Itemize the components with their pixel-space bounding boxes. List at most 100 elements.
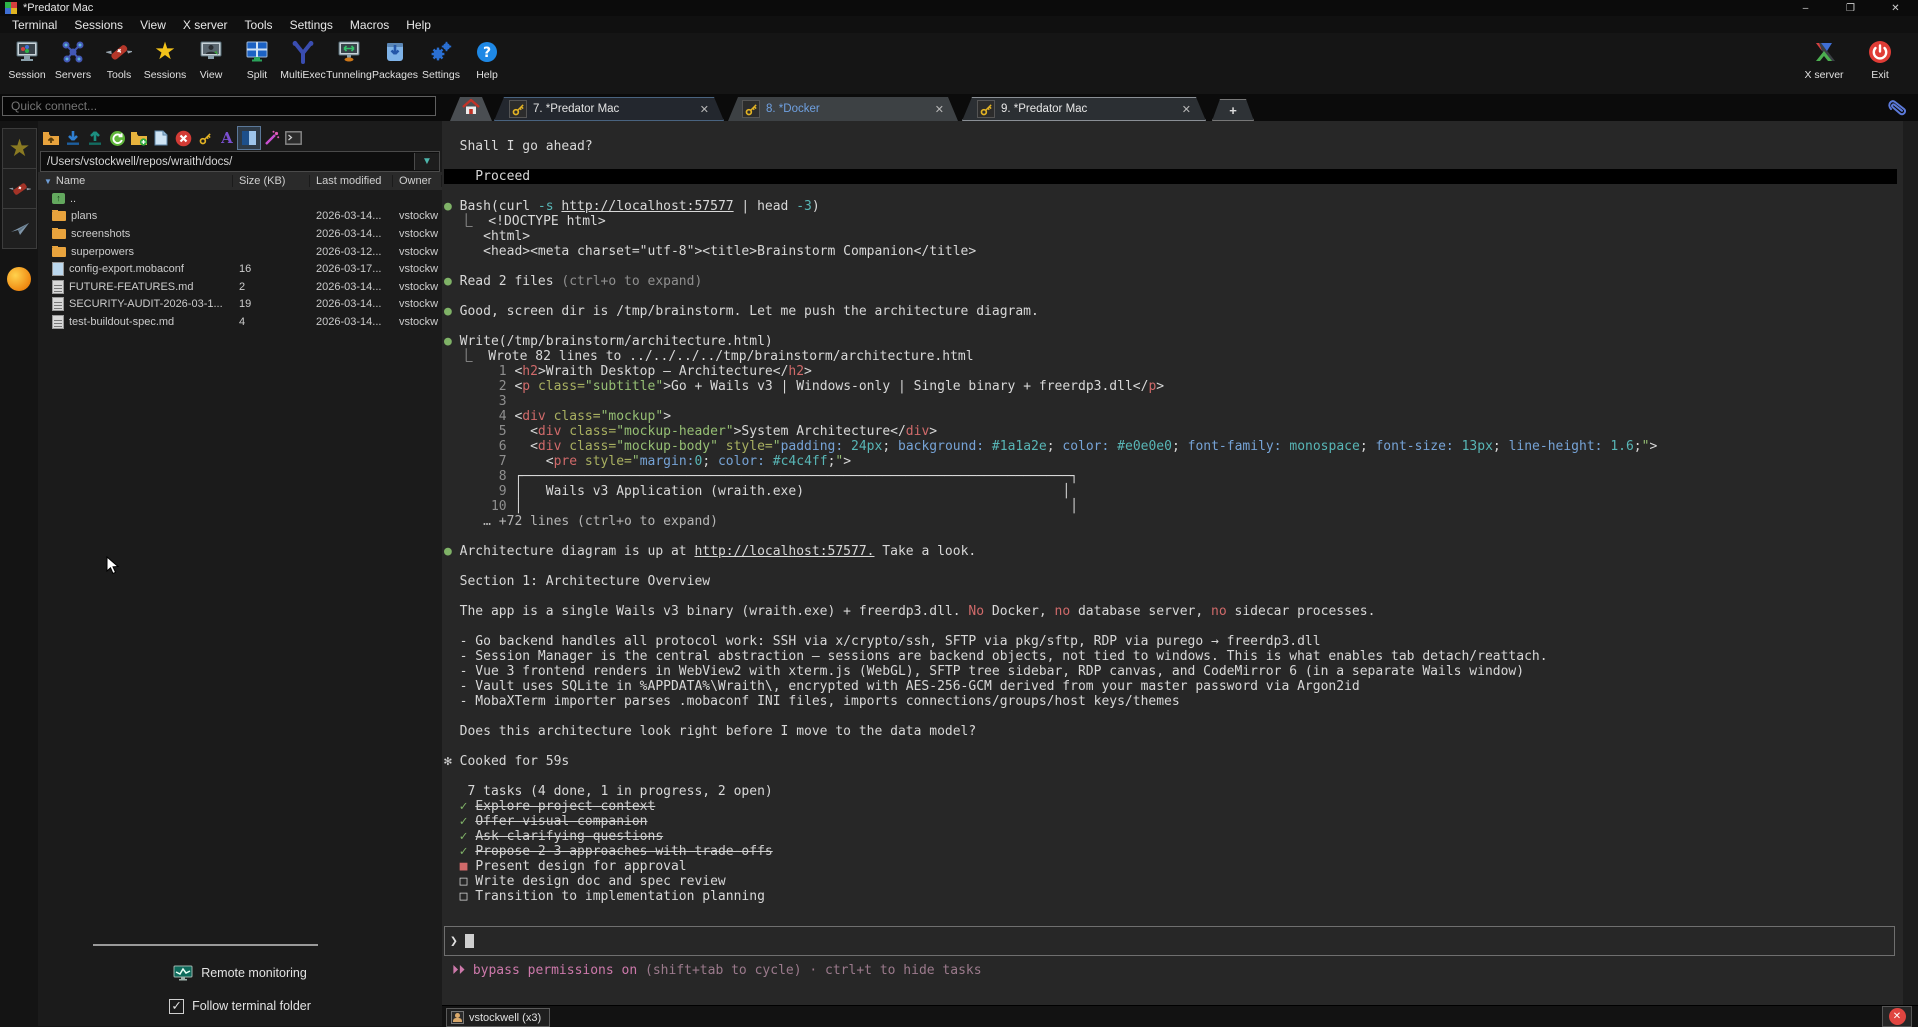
key-icon[interactable]	[194, 127, 216, 149]
file-row-test-buildout-spec-md[interactable]: test-buildout-spec.md42026-03-14...vstoc…	[38, 313, 442, 331]
menu-view[interactable]: View	[140, 18, 166, 32]
file-name: SECURITY-AUDIT-2026-03-1...	[69, 298, 223, 310]
menu-terminal[interactable]: Terminal	[12, 18, 57, 32]
file-name: screenshots	[71, 228, 130, 240]
current-path: /Users/vstockwell/repos/wraith/docs/	[41, 156, 414, 168]
menu-x-server[interactable]: X server	[183, 18, 228, 32]
file-modified: 2026-03-14...	[310, 281, 393, 293]
remote-monitoring-button[interactable]: Remote monitoring	[38, 962, 442, 984]
toolbar-label: Tools	[107, 69, 132, 81]
column-name[interactable]: ▼Name	[38, 175, 233, 187]
file-table-header[interactable]: ▼Name Size (KB) Last modified Owner	[38, 172, 442, 190]
file-row-screenshots[interactable]: screenshots2026-03-14...vstockw	[38, 225, 442, 243]
file-row-superpowers[interactable]: superpowers2026-03-12...vstockw	[38, 243, 442, 261]
new-folder-icon[interactable]	[128, 127, 150, 149]
favorites-star-icon[interactable]: ★	[2, 128, 37, 169]
follow-terminal-label: Follow terminal folder	[192, 999, 311, 1013]
toolbar-view-button[interactable]: View	[188, 33, 234, 94]
file-modified: 2026-03-17...	[310, 263, 393, 275]
terminal-scrollbar[interactable]	[1903, 121, 1918, 1005]
toolbar-exit-button[interactable]: Exit	[1852, 33, 1908, 94]
folder-up-icon[interactable]	[40, 127, 62, 149]
download-icon[interactable]	[62, 127, 84, 149]
terminal-line: <head><meta charset="utf-8"><title>Brain…	[444, 244, 1897, 259]
menu-help[interactable]: Help	[406, 18, 431, 32]
multiexec-icon	[290, 37, 316, 67]
toolbar-multiexec-button[interactable]: MultiExec	[280, 33, 326, 94]
anonymous-icon[interactable]: A	[216, 127, 238, 149]
toolbar-split-button[interactable]: Split	[234, 33, 280, 94]
follow-terminal-folder-toggle[interactable]: ✓ Follow terminal folder	[38, 995, 442, 1017]
quick-connect-input[interactable]	[2, 96, 436, 116]
window-title: *Predator Mac	[23, 2, 93, 14]
maximize-button[interactable]: ❐	[1828, 0, 1873, 16]
side-strip: ★	[0, 121, 38, 1026]
swiss-knife-icon[interactable]	[2, 168, 37, 209]
close-terminal-icon[interactable]: ✕	[1889, 1008, 1906, 1025]
session-tab-vstockwell[interactable]: vstockwell (x3)	[446, 1008, 550, 1027]
file-row--[interactable]: ↑..	[38, 190, 442, 208]
menu-sessions[interactable]: Sessions	[74, 18, 123, 32]
menu-tools[interactable]: Tools	[245, 18, 273, 32]
toolbar-packages-button[interactable]: Packages	[372, 33, 418, 94]
tab-label: 7. *Predator Mac	[533, 103, 619, 115]
column-owner[interactable]: Owner	[393, 175, 442, 187]
terminal-line: □ Write design doc and spec review	[444, 874, 1897, 889]
terminal-icon[interactable]	[282, 127, 304, 149]
toolbar-sessions-button[interactable]: ★Sessions	[142, 33, 188, 94]
terminal-line: 8 ┌─────────────────────────────────────…	[444, 469, 1897, 484]
toolbar-session-button[interactable]: Session	[4, 33, 50, 94]
minimize-button[interactable]: –	[1783, 0, 1828, 16]
exit-icon	[1868, 37, 1892, 67]
tab-session-8[interactable]: 8. *Docker ✕	[728, 97, 958, 121]
close-button[interactable]: ✕	[1873, 0, 1918, 16]
file-row-config-export-mobaconf[interactable]: config-export.mobaconf162026-03-17...vst…	[38, 260, 442, 278]
tab-close-icon[interactable]: ✕	[1182, 103, 1191, 116]
toolbar-x-server-button[interactable]: X server	[1796, 33, 1852, 94]
tab-close-icon[interactable]: ✕	[935, 103, 944, 116]
globe-icon[interactable]	[7, 267, 31, 291]
wand-icon[interactable]	[260, 127, 282, 149]
close-terminal-box[interactable]: ✕	[1882, 1006, 1912, 1027]
upload-icon[interactable]	[84, 127, 106, 149]
tab-session-7[interactable]: 7. *Predator Mac ✕	[494, 97, 724, 121]
prompt-input-box[interactable]: ❯	[444, 926, 1895, 956]
tab-session-9[interactable]: 9. *Predator Mac ✕	[962, 97, 1206, 121]
file-row-plans[interactable]: plans2026-03-14...vstockw	[38, 208, 442, 226]
terminal-line: 2 <p class="subtitle">Go + Wails v3 | Wi…	[444, 379, 1897, 394]
sidebar-divider	[93, 944, 318, 946]
terminal-line: - MobaXTerm importer parses .mobaconf IN…	[444, 694, 1897, 709]
terminal-line: Does this architecture look right before…	[444, 724, 1897, 739]
checkbox-checked-icon[interactable]: ✓	[169, 999, 184, 1014]
terminal-line	[444, 589, 1897, 604]
tab-close-icon[interactable]: ✕	[700, 103, 709, 116]
status-hint: (shift+tab to cycle) · ctrl+t to hide ta…	[637, 963, 981, 978]
toolbar-settings-button[interactable]: Settings	[418, 33, 464, 94]
terminal-line	[444, 559, 1897, 574]
toolbar-label: Settings	[422, 69, 460, 81]
refresh-icon[interactable]	[106, 127, 128, 149]
toolbar-tunneling-button[interactable]: Tunneling	[326, 33, 372, 94]
dual-pane-icon[interactable]	[238, 127, 260, 149]
toolbar-help-button[interactable]: ?Help	[464, 33, 510, 94]
path-bar[interactable]: /Users/vstockwell/repos/wraith/docs/ ▼	[40, 151, 440, 172]
menu-macros[interactable]: Macros	[350, 18, 389, 32]
menu-settings[interactable]: Settings	[290, 18, 333, 32]
toolbar-tools-button[interactable]: Tools	[96, 33, 142, 94]
toolbar-servers-button[interactable]: Servers	[50, 33, 96, 94]
new-file-icon[interactable]	[150, 127, 172, 149]
file-name: test-buildout-spec.md	[69, 316, 174, 328]
attach-icon[interactable]	[1886, 97, 1910, 122]
column-modified[interactable]: Last modified	[310, 175, 393, 187]
macros-plane-icon[interactable]	[2, 208, 37, 249]
parent-dir-icon: ↑	[52, 193, 65, 204]
delete-icon[interactable]	[172, 127, 194, 149]
column-size[interactable]: Size (KB)	[233, 175, 310, 187]
file-row-future-features-md[interactable]: FUTURE-FEATURES.md22026-03-14...vstockw	[38, 278, 442, 296]
file-size: 19	[233, 298, 310, 310]
folder-icon	[52, 229, 66, 239]
file-row-security-audit-2026-03-1-[interactable]: SECURITY-AUDIT-2026-03-1...192026-03-14.…	[38, 296, 442, 314]
chevron-down-icon[interactable]: ▼	[414, 153, 439, 170]
toolbar-label: MultiExec	[280, 69, 326, 81]
toolbar-label: Session	[8, 69, 45, 81]
